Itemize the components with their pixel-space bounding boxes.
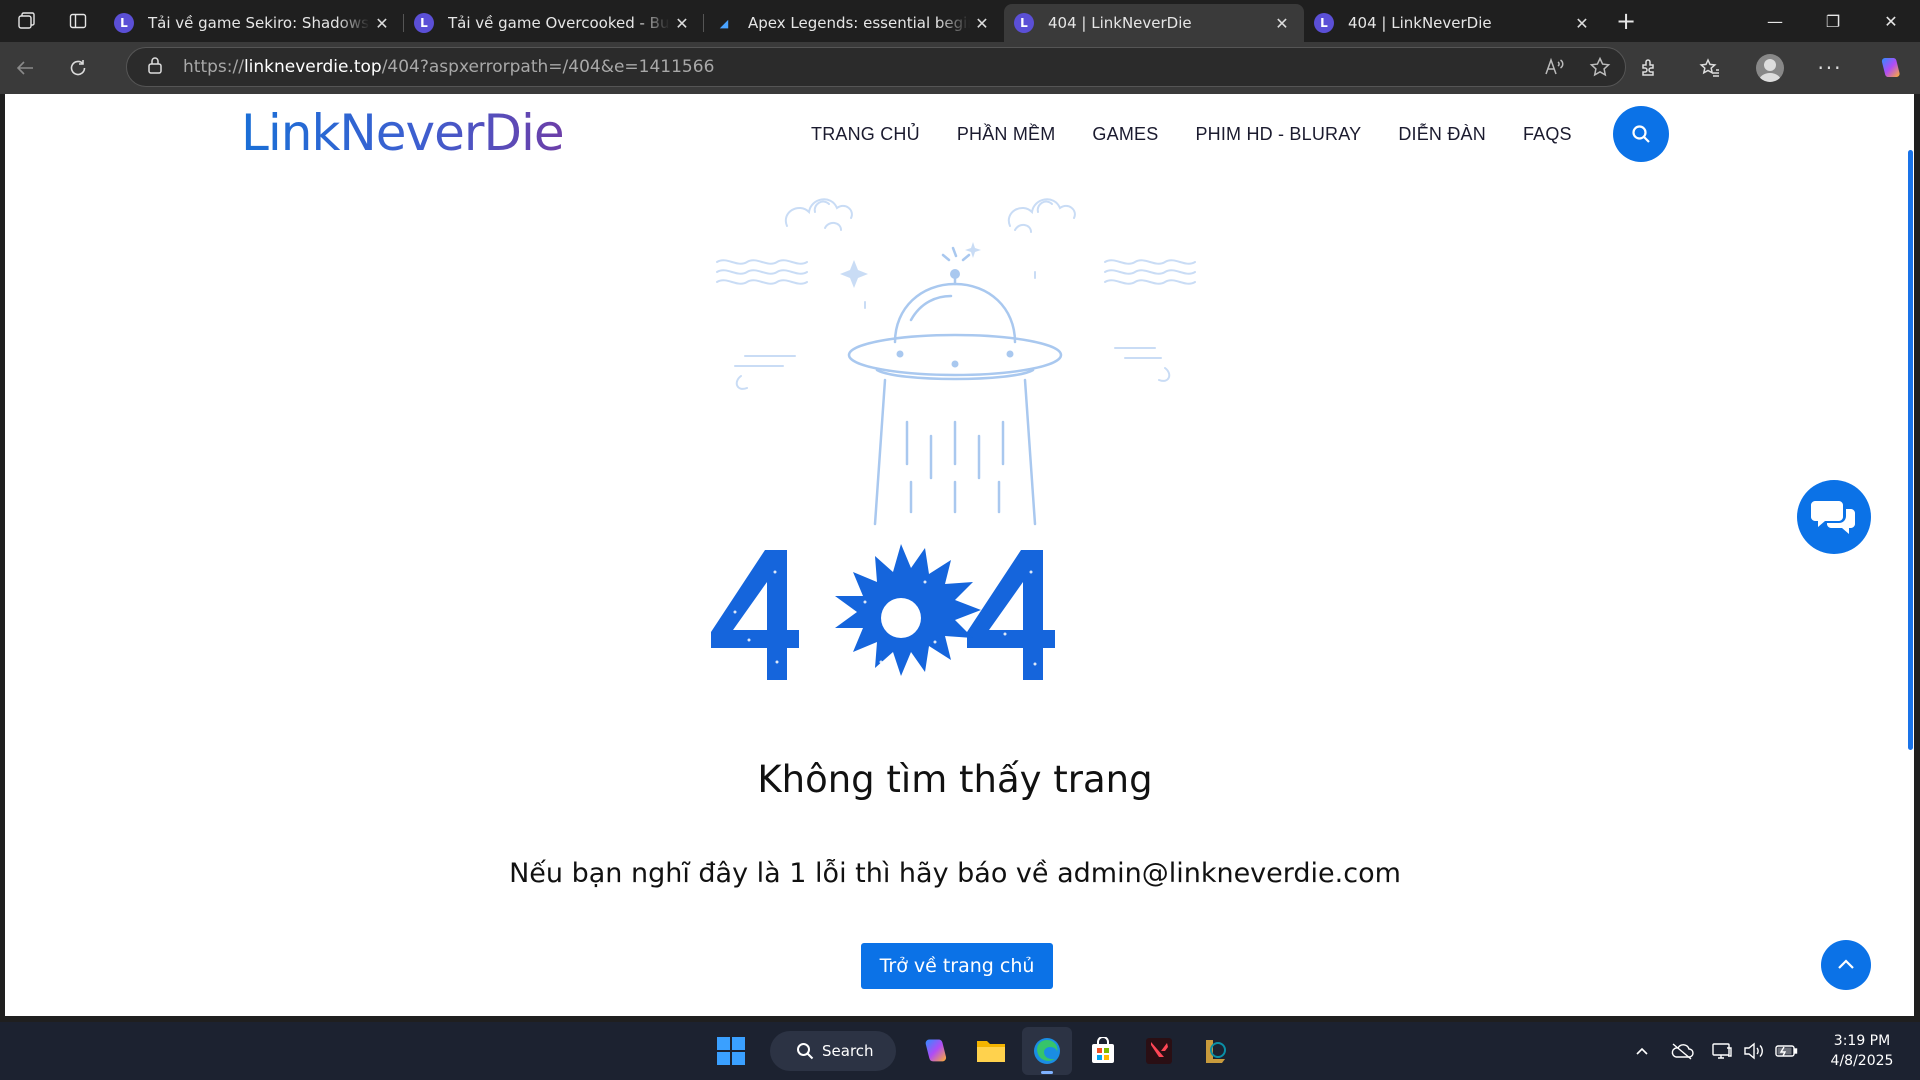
valorant-app-icon[interactable] — [1134, 1027, 1184, 1075]
window-controls: — ❐ ✕ — [1746, 0, 1920, 42]
search-label: Search — [822, 1042, 874, 1060]
tab-title: Tải về game Overcooked - Build 2 — [448, 14, 670, 32]
lock-icon[interactable] — [147, 56, 167, 78]
tab-strip: L Tải về game Sekiro: Shadows Die Twice … — [0, 0, 1920, 42]
tab-title: Tải về game Sekiro: Shadows Die Twice — [148, 14, 370, 32]
menu-item-trang-chu[interactable]: TRANG CHỦ — [811, 124, 920, 145]
system-clock[interactable]: 3:19 PM 4/8/2025 — [1812, 1031, 1912, 1071]
taskbar-center: Search — [706, 1027, 1240, 1075]
tab-title: Apex Legends: essential beginner tips — [748, 14, 970, 32]
tab-title: 404 | LinkNeverDie — [1048, 14, 1192, 32]
chevron-up-icon — [1838, 959, 1854, 969]
tab-overcooked[interactable]: L Tải về game Overcooked - Build 2 ✕ — [404, 4, 704, 42]
search-icon — [1632, 125, 1650, 143]
windows-taskbar: Search 3:19 PM 4/8/2025 — [0, 1022, 1920, 1080]
copilot-app-icon[interactable] — [910, 1027, 960, 1075]
system-tray: 3:19 PM 4/8/2025 — [1626, 1022, 1920, 1080]
page-scrollbar[interactable] — [1906, 94, 1914, 1016]
close-icon[interactable]: ✕ — [1570, 14, 1594, 33]
scroll-to-top-button[interactable] — [1821, 940, 1871, 990]
onedrive-offline-icon[interactable] — [1666, 1036, 1698, 1066]
microsoft-store-icon[interactable] — [1078, 1027, 1128, 1075]
windows-logo-icon — [717, 1037, 745, 1065]
extensions-icon[interactable] — [1620, 42, 1680, 94]
profile-avatar[interactable] — [1740, 42, 1800, 94]
refresh-icon[interactable] — [52, 42, 104, 94]
display-icon[interactable] — [1706, 1036, 1738, 1066]
more-options-icon[interactable]: ··· — [1800, 42, 1860, 94]
back-icon[interactable] — [0, 42, 52, 94]
menu-item-faqs[interactable]: FAQS — [1523, 124, 1572, 145]
chevron-up-icon[interactable] — [1626, 1036, 1658, 1066]
scrollbar-thumb[interactable] — [1908, 150, 1913, 750]
favicon-icon: L — [1014, 13, 1034, 33]
page-viewport: LinkNeverDie TRANG CHỦ PHẦN MỀM GAMES PH… — [5, 94, 1914, 1016]
close-window-icon[interactable]: ✕ — [1862, 0, 1920, 42]
site-header: LinkNeverDie TRANG CHỦ PHẦN MỀM GAMES PH… — [5, 94, 1905, 174]
close-icon[interactable]: ✕ — [370, 14, 394, 33]
read-aloud-icon[interactable] — [1543, 56, 1565, 78]
workspaces-icon[interactable] — [0, 0, 52, 42]
battery-icon[interactable] — [1770, 1036, 1802, 1066]
chat-bubbles-icon — [1811, 501, 1855, 534]
file-explorer-icon[interactable] — [966, 1027, 1016, 1075]
menu-item-phan-mem[interactable]: PHẦN MỀM — [957, 124, 1056, 145]
copilot-icon[interactable] — [1860, 42, 1920, 94]
menu-item-games[interactable]: GAMES — [1092, 124, 1158, 145]
error-title: Không tìm thấy trang — [757, 758, 1153, 801]
menu-item-dien-dan[interactable]: DIỄN ĐÀN — [1398, 124, 1486, 145]
favicon-icon: L — [414, 13, 434, 33]
favorite-star-icon[interactable] — [1589, 56, 1611, 78]
close-icon[interactable]: ✕ — [1270, 14, 1294, 33]
restore-icon[interactable]: ❐ — [1804, 0, 1862, 42]
chat-button[interactable] — [1797, 480, 1871, 554]
tab-404-active[interactable]: L 404 | LinkNeverDie ✕ — [1004, 4, 1304, 42]
tab-title: 404 | LinkNeverDie — [1348, 14, 1492, 32]
address-bar[interactable]: https://linkneverdie.top/404?aspxerrorpa… — [126, 47, 1626, 87]
favorites-icon[interactable] — [1680, 42, 1740, 94]
main-menu: TRANG CHỦ PHẦN MỀM GAMES PHIM HD - BLURA… — [811, 124, 1609, 145]
volume-icon[interactable] — [1738, 1036, 1770, 1066]
apex-favicon-icon: ◢ — [719, 16, 729, 30]
menu-item-phim-hd[interactable]: PHIM HD - BLURAY — [1195, 124, 1361, 145]
taskbar-search[interactable]: Search — [770, 1031, 896, 1071]
new-tab-button[interactable]: + — [1604, 2, 1648, 40]
edge-app-icon[interactable] — [1022, 1027, 1072, 1075]
tab-list: L Tải về game Sekiro: Shadows Die Twice … — [104, 0, 1604, 42]
start-button[interactable] — [706, 1027, 756, 1075]
url-text[interactable]: https://linkneverdie.top/404?aspxerrorpa… — [183, 57, 714, 77]
vertical-tabs-icon[interactable] — [52, 0, 104, 42]
ufo-404-illustration — [711, 198, 1196, 680]
error-message: Nếu bạn nghĩ đây là 1 lỗi thì hãy báo về… — [509, 858, 1401, 889]
tab-sekiro[interactable]: L Tải về game Sekiro: Shadows Die Twice … — [104, 4, 404, 42]
minimize-icon[interactable]: — — [1746, 0, 1804, 42]
browser-toolbar: https://linkneverdie.top/404?aspxerrorpa… — [0, 42, 1920, 94]
toolbar-right: ··· — [1620, 42, 1920, 94]
close-icon[interactable]: ✕ — [670, 14, 694, 33]
search-button[interactable] — [1613, 106, 1669, 162]
league-of-legends-icon[interactable] — [1190, 1027, 1240, 1075]
clock-date: 4/8/2025 — [1830, 1053, 1894, 1069]
clock-time: 3:19 PM — [1833, 1033, 1891, 1049]
favicon-icon: L — [1314, 13, 1334, 33]
favicon-icon: L — [114, 13, 134, 33]
search-icon — [797, 1043, 814, 1060]
site-logo[interactable]: LinkNeverDie — [241, 104, 565, 162]
tab-404[interactable]: L 404 | LinkNeverDie ✕ — [1304, 4, 1604, 42]
close-icon[interactable]: ✕ — [970, 14, 994, 33]
back-to-home-button[interactable]: Trở về trang chủ — [861, 943, 1053, 989]
tab-apex[interactable]: ◢ Apex Legends: essential beginner tips … — [704, 4, 1004, 42]
